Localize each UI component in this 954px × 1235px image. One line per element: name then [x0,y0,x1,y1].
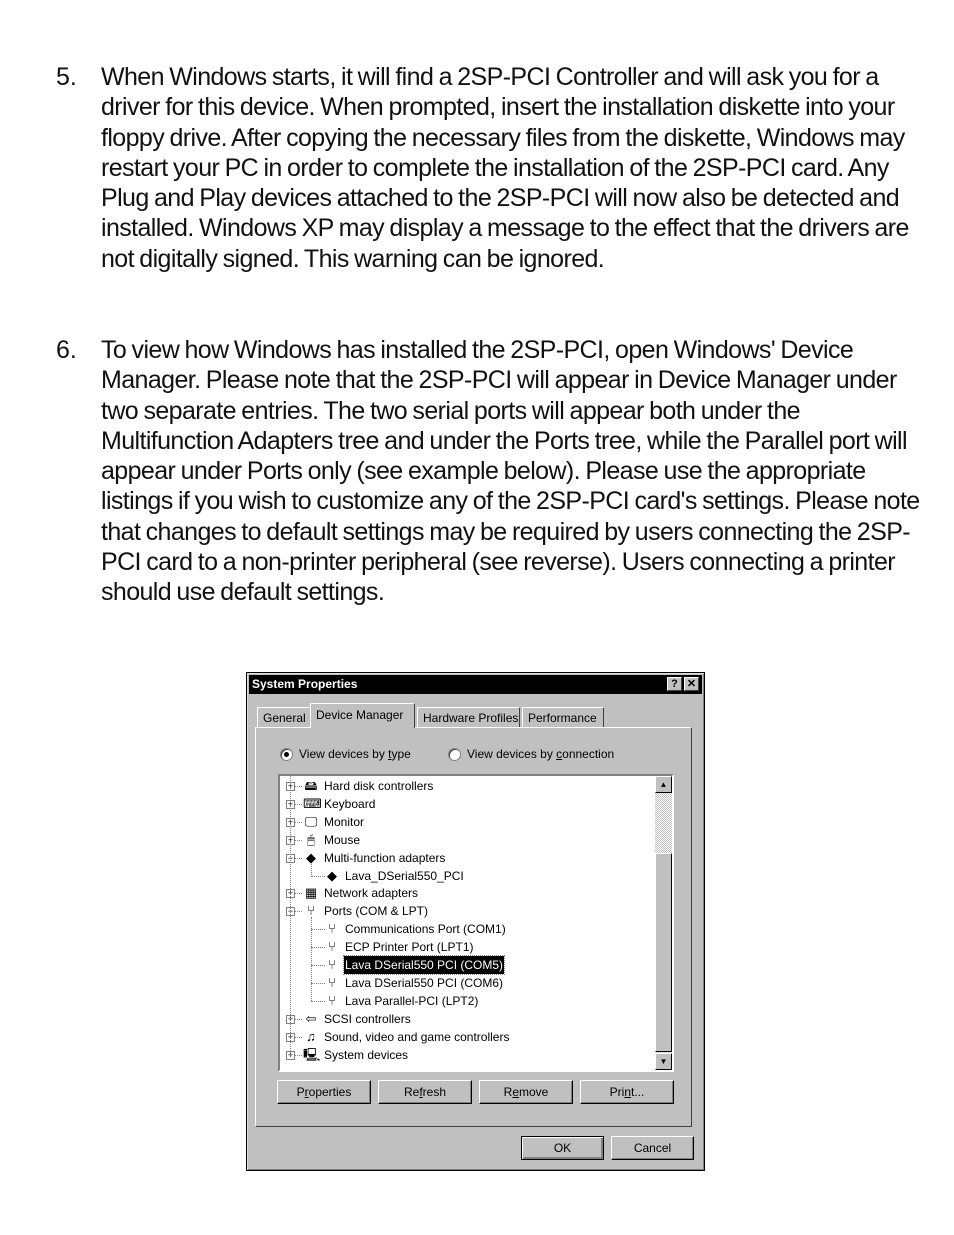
tree-item[interactable]: + ⇦ SCSI controllers [280,1010,650,1028]
radio-selected-icon [280,747,293,761]
tree-item[interactable]: − ⑂ Ports (COM & LPT) [280,902,650,920]
tab-general[interactable]: General [257,707,311,727]
tab-hardware-profiles[interactable]: Hardware Profiles [417,707,520,727]
tree-item[interactable]: − ◆ Multi-function adapters [280,849,650,867]
keyboard-icon: ⌨ [303,795,322,811]
tree-item[interactable]: ⑂ Lava DSerial550 PCI (COM5) [280,955,650,975]
tree-item-label: Hard disk controllers [324,779,434,793]
port-icon: ⑂ [328,957,336,972]
step-text: When Windows starts, it will find a 2SP-… [101,63,909,273]
monitor-icon: 🖵 [304,813,318,829]
port-icon: ⑂ [328,992,336,1008]
tree-connector-line [290,776,291,1055]
port-icon: ⑂ [328,939,336,955]
tree-item[interactable]: ⑂ Lava Parallel-PCI (LPT2) [280,992,650,1010]
tree-connector-line [311,947,325,949]
tree-item[interactable]: + 🖳 System devices [280,1046,650,1064]
tree-item-label: Lava DSerial550 PCI (COM6) [345,975,504,990]
print-button[interactable]: Print... [580,1080,674,1104]
tree-item[interactable]: + ⌨ Keyboard [280,795,650,813]
tree-connector-line [311,982,325,984]
step-number: 6. [56,336,77,364]
tree-connector-line [311,863,312,876]
tree-item-label: Network adapters [324,886,419,901]
tree-item-label: Multi-function adapters [324,850,446,865]
title-bar: System Properties ? ✕ [249,675,702,694]
radio-view-by-connection[interactable]: View devices by connection [448,747,614,761]
tree-connector-line [311,875,325,877]
tab-device-manager[interactable]: Device Manager [310,703,415,728]
tree-item[interactable]: ◆ Lava_DSerial550_PCI [280,867,650,885]
radio-label: View devices by connection [467,747,615,761]
tree-item[interactable]: ⑂ Lava DSerial550 PCI (COM6) [280,974,650,992]
tree-connector-line [311,917,312,1001]
close-icon: ✕ [686,678,697,690]
radio-unselected-icon [448,747,461,761]
tree-item-label: Keyboard [324,796,376,811]
step-text: To view how Windows has installed the 2S… [101,336,920,607]
sound-video-icon: ♫ [306,1028,316,1044]
mouse-icon: 🖱 [307,831,315,847]
close-button[interactable]: ✕ [684,677,699,691]
properties-button[interactable]: Properties [277,1080,371,1104]
system-devices-icon: 🖳 [303,1046,321,1062]
tree-item-label: Ports (COM & LPT) [324,904,429,919]
tree-item-label: Lava Parallel-PCI (LPT2) [345,993,479,1008]
cancel-button[interactable]: Cancel [611,1136,694,1160]
tree-item-label: Sound, video and game controllers [324,1029,510,1044]
multifunction-adapter-icon: ◆ [327,867,337,883]
tree-connector-line [311,929,325,931]
tree-item-label: Lava_DSerial550_PCI [345,868,464,883]
tree-item-label: SCSI controllers [324,1011,411,1026]
tree-item-label: Communications Port (COM1) [345,922,506,937]
tree-item-label: Lava DSerial550 PCI (COM5) [342,955,506,975]
tree-item[interactable]: + 🖱 Mouse [280,831,650,849]
tree-item-label: System devices [324,1047,409,1062]
help-button[interactable]: ? [667,677,682,691]
port-icon: ⑂ [328,974,336,990]
vertical-scrollbar[interactable]: ▲ ▼ [655,776,672,1070]
tree-connector-line [311,1000,325,1002]
tree-item[interactable]: + ▦ Network adapters [280,884,650,902]
tree-item[interactable]: + 🖴 Hard disk controllers [280,777,650,795]
tab-performance[interactable]: Performance [522,707,604,727]
radio-label: View devices by type [299,747,411,761]
device-tree[interactable]: ▲ ▼ + 🖴 Hard disk controllers + ⌨ Keyboard + 🖵 M… [278,774,674,1072]
tree-connector-line [311,965,325,966]
scroll-down-button[interactable]: ▼ [655,1053,672,1070]
scsi-controller-icon: ⇦ [305,1010,317,1026]
remove-button[interactable]: Remove [479,1080,573,1104]
question-mark-icon: ? [671,678,678,690]
hard-disk-icon: 🖴 [304,778,318,793]
tree-item-label: ECP Printer Port (LPT1) [345,940,474,955]
arrow-up-icon: ▲ [659,780,668,789]
dialog-title: System Properties [252,677,358,691]
arrow-down-icon: ▼ [659,1057,668,1066]
tree-item[interactable]: + 🖵 Monitor [280,813,650,831]
system-properties-dialog: System Properties ? ✕ General Device Man… [246,672,705,1171]
scroll-thumb[interactable] [655,852,672,1053]
radio-view-by-type[interactable]: View devices by type [280,747,411,761]
tree-item-label: Mouse [324,832,361,847]
tree-item[interactable]: ⑂ Communications Port (COM1) [280,920,650,938]
tree-item[interactable]: ⑂ ECP Printer Port (LPT1) [280,938,650,956]
ok-button[interactable]: OK [521,1136,604,1160]
tree-item-label: Monitor [324,814,365,829]
refresh-button[interactable]: Refresh [378,1080,472,1104]
tree-item[interactable]: + ♫ Sound, video and game controllers [280,1028,650,1046]
scroll-up-button[interactable]: ▲ [655,776,672,793]
port-icon: ⑂ [328,921,336,937]
step-number: 5. [56,63,77,91]
network-adapter-icon: ▦ [304,885,318,901]
